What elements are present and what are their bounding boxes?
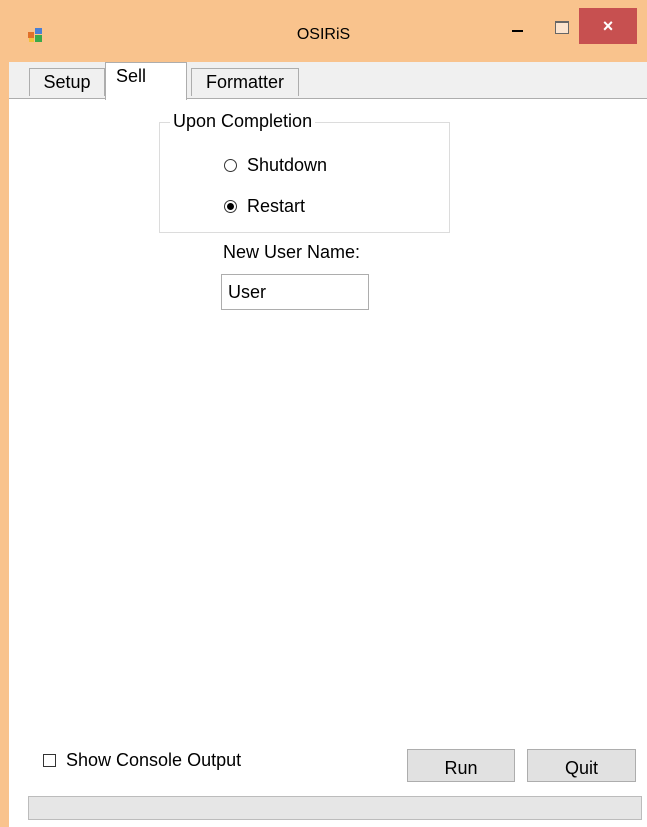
title-bar[interactable]: OSIRiS × (0, 0, 647, 62)
minimize-button[interactable] (502, 12, 532, 42)
minimize-icon (511, 30, 523, 32)
tab-setup[interactable]: Setup (29, 68, 105, 96)
show-console-checkbox[interactable]: Show Console Output (43, 750, 241, 771)
tab-strip: Setup Sell Formatter (9, 62, 647, 100)
app-window: OSIRiS × Setup Sell Formatter Upon Compl… (0, 0, 647, 827)
tab-formatter[interactable]: Formatter (191, 68, 299, 96)
checkbox-unchecked-icon[interactable] (43, 754, 56, 767)
maximize-button[interactable] (548, 12, 576, 42)
new-user-name-label: New User Name: (223, 242, 361, 262)
quit-button[interactable]: Quit (527, 749, 636, 782)
client-area: Setup Sell Formatter Upon Completion Shu… (9, 62, 647, 827)
tab-label: Sell (116, 66, 147, 86)
restart-radio[interactable]: Restart (224, 196, 305, 217)
checkbox-label: Show Console Output (66, 750, 242, 770)
radio-label: Shutdown (247, 155, 328, 175)
radio-checked-icon[interactable] (224, 200, 237, 213)
group-legend: Upon Completion (170, 111, 316, 132)
progress-bar (28, 796, 642, 820)
maximize-icon (555, 20, 569, 34)
new-user-name-input[interactable] (221, 274, 369, 310)
tab-label: Setup (43, 72, 91, 92)
run-button[interactable]: Run (407, 749, 515, 782)
close-icon: × (602, 15, 614, 36)
radio-unchecked-icon[interactable] (224, 159, 237, 172)
upon-completion-group: Upon Completion Shutdown Restart (159, 111, 450, 233)
close-button[interactable]: × (579, 8, 637, 44)
radio-label: Restart (247, 196, 306, 216)
tab-label: Formatter (205, 72, 284, 92)
shutdown-radio[interactable]: Shutdown (224, 155, 327, 176)
tab-sell[interactable]: Sell (105, 62, 187, 100)
